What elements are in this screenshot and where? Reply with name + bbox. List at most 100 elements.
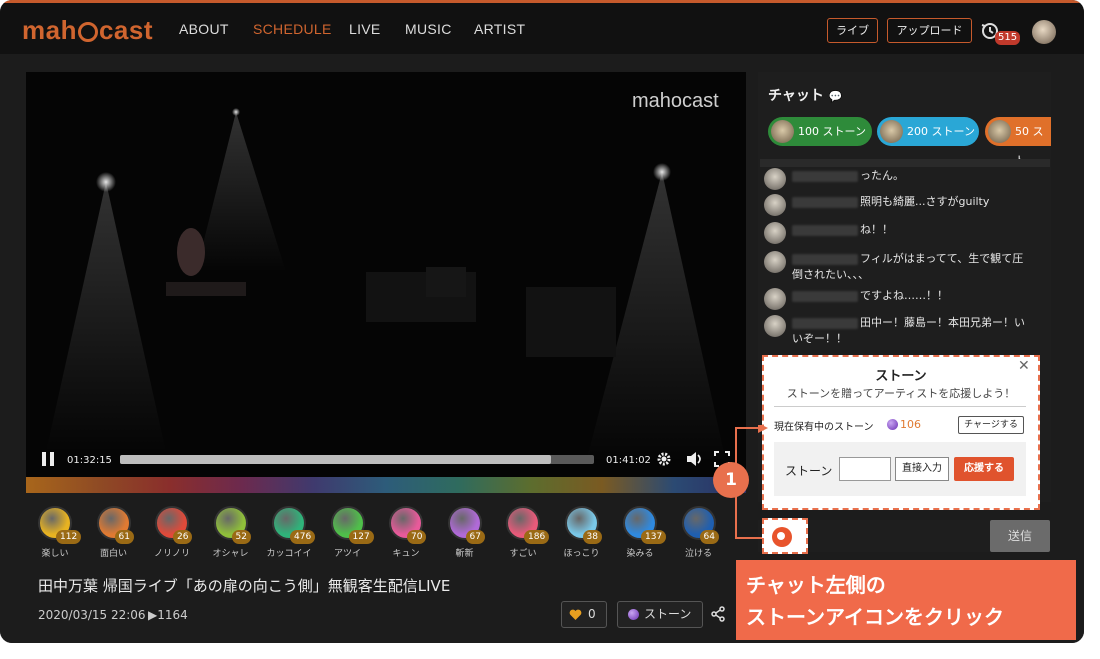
reaction-label: 染みる — [626, 549, 654, 559]
stone-amount-label: ストーン — [785, 464, 833, 478]
reaction-label: 斬新 — [455, 549, 474, 559]
callout-line-2: ストーンアイコンをクリック — [746, 605, 1004, 629]
video-watermark: mahocast — [632, 90, 719, 112]
like-count: 0 — [588, 607, 596, 621]
chat-avatar — [764, 222, 786, 244]
notification-badge: 515 — [995, 31, 1021, 45]
reaction-count: 64 — [699, 530, 719, 544]
settings-gear-icon[interactable] — [656, 451, 672, 467]
current-time: 01:32:15 — [67, 455, 112, 466]
reaction-item[interactable]: 64 泣ける — [674, 506, 724, 559]
support-button[interactable]: 応援する — [954, 457, 1014, 481]
upload-button[interactable]: アップロード — [887, 18, 972, 43]
chat-message: 照明も綺麗...さすがguilty — [764, 194, 1032, 216]
chat-message: 田中ー！藤島ー！本田兄弟ー！いいぞー！！ — [764, 315, 1032, 347]
popup-title: ストーン — [875, 369, 927, 384]
stage-scene — [46, 108, 726, 462]
pill-thumbnail — [771, 120, 794, 143]
volume-icon[interactable] — [686, 451, 704, 467]
chat-avatar — [764, 251, 786, 273]
reaction-count: 476 — [290, 530, 316, 544]
chat-avatar — [764, 315, 786, 337]
reaction-item[interactable]: 127 アツイ — [323, 506, 374, 559]
reaction-count: 112 — [56, 530, 82, 544]
chat-avatar — [764, 288, 786, 310]
header: mah cast ABOUT SCHEDULE LIVE MUSIC ARTIST… — [0, 3, 1084, 54]
callout-line-1: チャット左側の — [746, 573, 886, 597]
stone-pill-100[interactable]: 100 ストーン — [768, 117, 872, 146]
chat-avatar — [764, 194, 786, 216]
reaction-count: 61 — [114, 530, 134, 544]
reaction-label: オシャレ — [212, 549, 249, 559]
heart-icon — [569, 609, 582, 620]
reaction-count: 67 — [465, 530, 485, 544]
nav-music[interactable]: MUSIC — [405, 21, 452, 37]
owned-stone-label: 現在保有中のストーン — [774, 422, 874, 433]
reaction-label: カッコイイ — [266, 549, 312, 559]
stone-pill-200[interactable]: 200 ストーン — [877, 117, 979, 146]
reaction-item[interactable]: 137 染みる — [615, 506, 667, 559]
app-frame: mah cast ABOUT SCHEDULE LIVE MUSIC ARTIST… — [0, 0, 1084, 643]
reaction-item[interactable]: 52 オシャレ — [206, 506, 256, 559]
reaction-label: すごい — [509, 549, 537, 559]
stone-icon[interactable] — [772, 527, 792, 547]
live-button[interactable]: ライブ — [827, 18, 878, 43]
reaction-count: 127 — [348, 530, 374, 544]
chat-bubble-icon: 💬 — [828, 90, 843, 103]
chat-title: チャット 💬 — [768, 88, 843, 104]
reaction-color-bar — [26, 477, 746, 493]
reaction-item[interactable]: 67 斬新 — [440, 506, 490, 559]
reaction-label: 楽しい — [41, 549, 69, 559]
stone-button-label: ストーン — [644, 607, 692, 621]
popup-divider — [774, 406, 1026, 407]
reaction-label: 泣ける — [684, 549, 712, 559]
mahocast-logo[interactable]: mah cast — [22, 15, 153, 46]
reaction-count: 26 — [173, 530, 193, 544]
user-avatar[interactable] — [1032, 20, 1056, 44]
nav-schedule[interactable]: SCHEDULE — [253, 21, 332, 37]
reaction-count: 137 — [641, 530, 667, 544]
seek-progress — [120, 455, 552, 464]
nav-artist[interactable]: ARTIST — [474, 21, 525, 37]
video-date: 2020/03/15 22:06 — [38, 608, 146, 622]
total-time: 01:41:02 — [606, 455, 651, 466]
chat-message: ですよね……！！ — [764, 288, 1032, 310]
stone-orb-icon — [887, 419, 898, 430]
reaction-count: 52 — [231, 530, 251, 544]
reaction-item[interactable]: 26 ノリノリ — [147, 506, 197, 559]
reaction-item[interactable]: 476 カッコイイ — [264, 506, 316, 559]
seek-bar[interactable] — [120, 455, 594, 464]
step-number: 1 — [713, 462, 749, 498]
direct-input-button[interactable]: 直接入力 — [895, 457, 949, 481]
like-button[interactable]: 0 — [561, 601, 607, 628]
pause-icon[interactable] — [40, 451, 56, 467]
reaction-item[interactable]: 38 ほっこり — [557, 506, 607, 559]
reaction-label: キュン — [392, 549, 420, 559]
popup-subtitle: ストーンを贈ってアーティストを応援しよう！ — [786, 387, 1016, 400]
reaction-count: 186 — [524, 530, 550, 544]
owned-stone-count: 106 — [900, 418, 921, 431]
send-button[interactable]: 送信 — [990, 520, 1050, 552]
chat-avatar — [764, 168, 786, 190]
reaction-count: 38 — [582, 530, 602, 544]
charge-button[interactable]: チャージする — [958, 416, 1024, 434]
reaction-item[interactable]: 70 キュン — [381, 506, 431, 559]
reaction-item[interactable]: 186 すごい — [498, 506, 550, 559]
stone-pill-50[interactable]: 50 スト — [985, 117, 1051, 167]
view-count: ▶1164 — [148, 608, 188, 622]
reaction-label: アツイ — [333, 549, 361, 559]
stone-button[interactable]: ストーン — [617, 601, 703, 628]
stone-amount-input[interactable] — [839, 457, 891, 481]
reaction-label: ほっこり — [563, 549, 600, 559]
reaction-item[interactable]: 61 面白い — [89, 506, 139, 559]
share-icon[interactable] — [710, 606, 726, 622]
nav-live[interactable]: LIVE — [349, 21, 381, 37]
video-player[interactable] — [26, 72, 746, 477]
chat-message: ったん。 — [764, 168, 1032, 190]
reaction-label: 面白い — [99, 549, 127, 559]
horizontal-scrollbar[interactable] — [760, 159, 1050, 167]
pill-thumbnail — [988, 120, 1011, 143]
chat-message: フィルがはまってて、生で観て圧倒されたい、、、 — [764, 251, 1032, 283]
nav-about[interactable]: ABOUT — [179, 21, 229, 37]
reaction-item[interactable]: 112 楽しい — [30, 506, 82, 559]
